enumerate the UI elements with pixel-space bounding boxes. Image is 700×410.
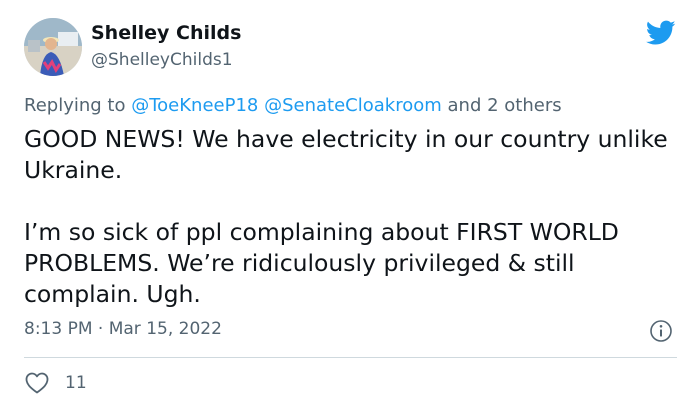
mention-link[interactable]: @ToeKneeP18 <box>131 95 258 116</box>
heart-icon[interactable] <box>25 372 49 394</box>
tweet-paragraph: GOOD NEWS! We have electricity in our co… <box>24 125 668 184</box>
avatar[interactable] <box>24 18 82 76</box>
mention-link[interactable]: @SenateCloakroom <box>264 95 442 116</box>
tweet-card: Shelley Childs @ShelleyChilds1 Replying … <box>0 0 700 410</box>
like-count: 11 <box>65 373 87 393</box>
tweet-text: GOOD NEWS! We have electricity in our co… <box>24 124 684 310</box>
tweet-timestamp[interactable]: 8:13 PM · Mar 15, 2022 <box>24 319 222 339</box>
tweet-paragraph: I’m so sick of ppl complaining about FIR… <box>24 218 619 308</box>
divider <box>24 357 677 358</box>
twitter-bird-icon[interactable] <box>646 20 676 46</box>
reply-prefix: Replying to <box>24 95 126 116</box>
author-handle[interactable]: @ShelleyChilds1 <box>91 50 233 70</box>
reply-others-link[interactable]: and 2 others <box>448 95 562 116</box>
avatar-photo <box>24 18 82 76</box>
info-icon[interactable] <box>649 319 673 343</box>
author-name[interactable]: Shelley Childs <box>91 22 241 44</box>
reply-context: Replying to @ToeKneeP18 @SenateCloakroom… <box>24 95 562 116</box>
